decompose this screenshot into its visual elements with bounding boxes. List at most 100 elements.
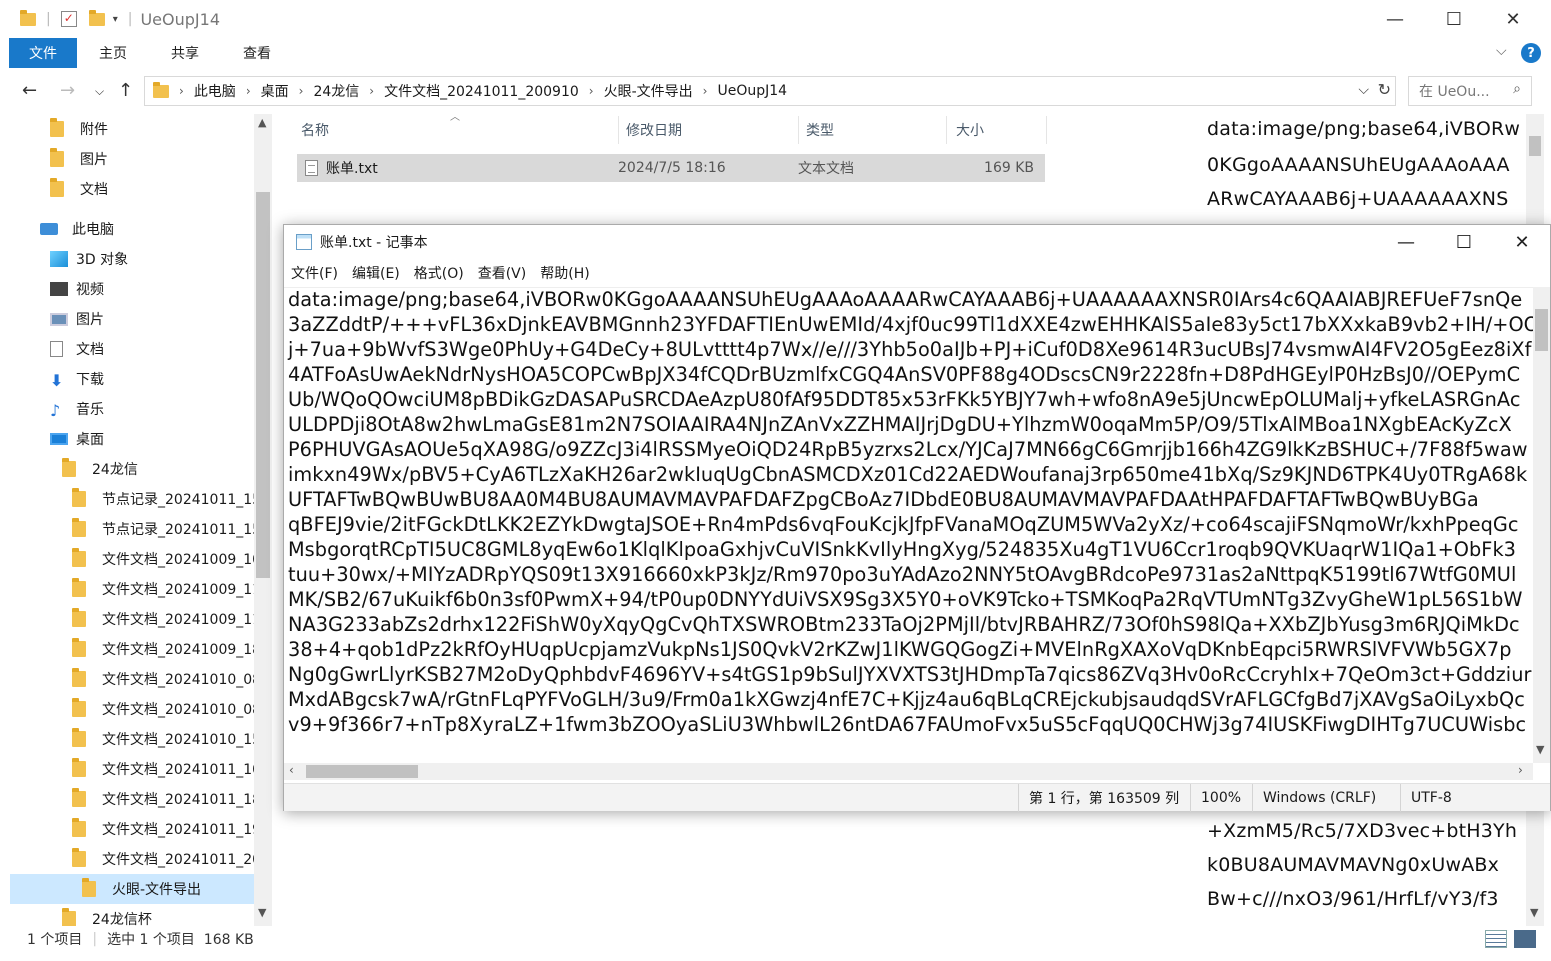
- nav-label: 此电脑: [72, 222, 114, 238]
- scroll-right-icon[interactable]: ›: [1518, 763, 1523, 777]
- nav-label: 24龙信: [92, 462, 138, 478]
- text-line: Ub/WQoQOwciUM8pBDikGzDASAPuSRCDAeAzpU80f…: [288, 388, 1521, 411]
- column-header-size[interactable]: 大小: [951, 116, 1047, 144]
- encoding: UTF-8: [1400, 784, 1452, 812]
- nav-item[interactable]: 文档: [50, 334, 104, 364]
- column-header-date[interactable]: 修改日期: [621, 116, 799, 144]
- nav-label: 文件文档_20241010_15: [102, 732, 262, 748]
- tab-file[interactable]: 文件: [9, 38, 77, 68]
- nav-item[interactable]: 24龙信杯: [62, 904, 152, 926]
- nav-item[interactable]: 节点记录_20241011_15: [72, 514, 261, 544]
- preview-line: k0BU8AUMAVMAVNg0xUwABx: [1207, 854, 1500, 876]
- search-input[interactable]: 在 UeOu... ⌕: [1408, 76, 1532, 106]
- quick-access-dropdown-icon[interactable]: ▾: [113, 14, 118, 25]
- menu-file[interactable]: 文件(F): [284, 263, 345, 283]
- nav-item[interactable]: 文件文档_20241011_20: [72, 844, 261, 874]
- notepad-vertical-scrollbar[interactable]: ▼: [1533, 287, 1550, 763]
- nav-label: 视频: [76, 282, 104, 298]
- maximize-button[interactable]: ☐: [1435, 225, 1493, 259]
- nav-item[interactable]: 文件文档_20241011_18: [72, 784, 261, 814]
- nav-item[interactable]: ⬇ 下载: [50, 364, 104, 394]
- nav-label: 节点记录_20241011_15: [102, 522, 262, 538]
- nav-item[interactable]: ♪ 音乐: [50, 394, 104, 424]
- scroll-down-icon[interactable]: ▼: [258, 906, 266, 919]
- properties-icon[interactable]: ✓: [60, 11, 77, 27]
- scroll-thumb[interactable]: [256, 192, 270, 578]
- scroll-down-icon[interactable]: ▼: [1536, 743, 1544, 756]
- nav-scrollbar[interactable]: ▲ ▼: [254, 114, 272, 926]
- breadcrumb-item[interactable]: 桌面: [261, 81, 289, 101]
- column-header-type[interactable]: 类型: [801, 116, 947, 144]
- tab-share[interactable]: 共享: [149, 38, 221, 68]
- breadcrumb-item[interactable]: UeOupJ14: [717, 83, 787, 99]
- nav-item[interactable]: 文件文档_20241011_10: [72, 754, 261, 784]
- nav-item[interactable]: 文件文档_20241010_08: [72, 664, 261, 694]
- details-view-icon[interactable]: [1485, 930, 1507, 948]
- forward-arrow-icon[interactable]: →: [60, 80, 75, 101]
- nav-item[interactable]: 文件文档_20241009_10: [72, 544, 261, 574]
- nav-item[interactable]: 视频: [50, 274, 104, 304]
- menu-edit[interactable]: 编辑(E): [345, 263, 407, 283]
- computer-icon: [40, 223, 58, 235]
- menu-format[interactable]: 格式(O): [407, 263, 471, 283]
- nav-item[interactable]: 图片: [50, 304, 104, 334]
- notepad-window: 账单.txt - 记事本 — ☐ ✕ 文件(F) 编辑(E) 格式(O) 查看(…: [283, 224, 1551, 812]
- tab-view[interactable]: 查看: [221, 38, 293, 68]
- nav-item[interactable]: 桌面: [50, 424, 104, 454]
- breadcrumb-item[interactable]: 此电脑: [194, 81, 236, 101]
- recent-locations-icon[interactable]: ⌵: [95, 84, 104, 99]
- minimize-button[interactable]: —: [1366, 0, 1424, 38]
- close-button[interactable]: ✕: [1484, 0, 1542, 38]
- nav-item[interactable]: 文件文档_20241009_18: [72, 634, 261, 664]
- help-icon[interactable]: ?: [1521, 43, 1541, 63]
- scroll-thumb[interactable]: [1529, 136, 1541, 156]
- nav-item[interactable]: 文件文档_20241009_11: [72, 604, 261, 634]
- back-arrow-icon[interactable]: ←: [22, 80, 37, 101]
- maximize-button[interactable]: ☐: [1425, 0, 1483, 38]
- search-icon: ⌕: [1513, 81, 1521, 97]
- up-arrow-icon[interactable]: ↑: [118, 80, 133, 101]
- scroll-up-icon[interactable]: ▲: [258, 116, 266, 129]
- breadcrumb-item[interactable]: 24龙信: [313, 81, 359, 101]
- nav-item[interactable]: 24龙信: [62, 454, 138, 484]
- nav-item[interactable]: 节点记录_20241011_15: [72, 484, 261, 514]
- nav-item-selected[interactable]: 火眼-文件导出: [10, 874, 254, 904]
- file-row-selected[interactable]: 账单.txt 2024/7/5 18:16 文本文档 169 KB: [297, 154, 1045, 182]
- preview-line: 0KGgoAAAANSUhEUgAAAoAAA: [1207, 154, 1510, 176]
- nav-item[interactable]: 文件文档_20241009_11: [72, 574, 261, 604]
- nav-label: 文件文档_20241011_10: [102, 762, 262, 778]
- nav-item[interactable]: 文档: [50, 174, 108, 204]
- notepad-text-area[interactable]: data:image/png;base64,iVBORw0KGgoAAAANSU…: [284, 287, 1533, 763]
- nav-item[interactable]: 文件文档_20241010_08: [72, 694, 261, 724]
- nav-item[interactable]: 附件: [50, 114, 108, 144]
- notepad-horizontal-scrollbar[interactable]: ‹ ›: [284, 763, 1533, 780]
- nav-item-this-pc[interactable]: 此电脑: [40, 214, 114, 244]
- new-folder-icon[interactable]: [88, 9, 105, 26]
- nav-item[interactable]: 图片: [50, 144, 108, 174]
- tab-home[interactable]: 主页: [77, 38, 149, 68]
- breadcrumb-item[interactable]: 火眼-文件导出: [604, 81, 693, 101]
- nav-item[interactable]: 文件文档_20241011_19: [72, 814, 261, 844]
- chevron-right-icon: ›: [702, 84, 708, 98]
- column-header-name[interactable]: 名称: [296, 116, 619, 144]
- scroll-left-icon[interactable]: ‹: [289, 763, 294, 777]
- nav-item[interactable]: 3D 对象: [50, 244, 128, 274]
- scroll-thumb[interactable]: [1535, 309, 1548, 351]
- scroll-down-icon[interactable]: ▼: [1530, 906, 1538, 919]
- nav-item[interactable]: 文件文档_20241010_15: [72, 724, 261, 754]
- ribbon-expand-icon[interactable]: ⌵: [1496, 43, 1507, 59]
- menu-help[interactable]: 帮助(H): [533, 263, 596, 283]
- menu-view[interactable]: 查看(V): [471, 263, 534, 283]
- text-line: qBFEJ9vie/2itFGckDtLKK2EZYkDwgtaJSOE+Rn4…: [288, 513, 1519, 536]
- address-dropdown-icon[interactable]: ⌵: [1358, 82, 1369, 98]
- minimize-button[interactable]: —: [1377, 225, 1435, 259]
- notepad-menubar: 文件(F) 编辑(E) 格式(O) 查看(V) 帮助(H): [284, 261, 597, 285]
- breadcrumb-item[interactable]: 文件文档_20241011_200910: [384, 81, 579, 101]
- refresh-icon[interactable]: ↻: [1378, 80, 1391, 99]
- scroll-thumb[interactable]: [306, 765, 418, 778]
- folder-icon: [72, 698, 86, 717]
- large-icons-view-icon[interactable]: [1514, 930, 1536, 948]
- close-button[interactable]: ✕: [1493, 225, 1551, 259]
- folder-icon: [50, 118, 64, 137]
- address-bar[interactable]: › 此电脑 › 桌面 › 24龙信 › 文件文档_20241011_200910…: [144, 76, 1396, 106]
